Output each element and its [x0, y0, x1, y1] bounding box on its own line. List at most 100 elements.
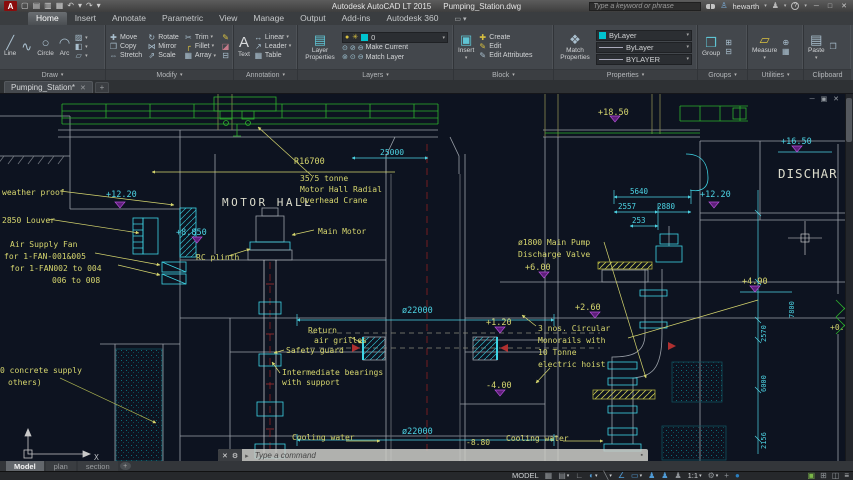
edit-block-button[interactable]: ✎Edit	[478, 43, 532, 51]
command-options-icon[interactable]: ▪	[641, 452, 643, 459]
a360-icon[interactable]: ♟	[772, 2, 779, 10]
polyline-button[interactable]: ∿Polyline	[20, 40, 33, 54]
new-drawing-tab-button[interactable]: +	[95, 82, 109, 93]
isometric-drafting-icon[interactable]: ╲▾	[604, 472, 612, 480]
vertical-scrollbar[interactable]	[845, 94, 853, 461]
tab-annotate[interactable]: Annotate	[104, 12, 154, 25]
panel-label-groups[interactable]: Groups▾	[698, 69, 747, 80]
redo-icon[interactable]: ↷	[86, 2, 93, 10]
new-layout-button[interactable]: +	[120, 462, 131, 470]
signin-caret-icon[interactable]: ▾	[764, 4, 767, 9]
mirror-button[interactable]: ⋈Mirror	[147, 43, 179, 51]
fillet-button[interactable]: ╭Fillet▾	[184, 43, 216, 51]
clean-screen-icon[interactable]: ●	[735, 472, 740, 480]
circle-button[interactable]: ○Circle	[36, 36, 55, 57]
drawing-window-controls[interactable]: ─ ▣ ✕	[810, 95, 841, 103]
measure-button[interactable]: ▱Measure▾	[751, 33, 778, 60]
layout-tab-section[interactable]: section	[78, 461, 118, 471]
group-edit-button[interactable]: ⊞	[724, 39, 733, 47]
undo-caret-icon[interactable]: ▾	[78, 2, 82, 10]
move-button[interactable]: ✚Move	[109, 34, 142, 42]
command-customize-icon[interactable]: ⚙	[232, 452, 238, 460]
trim-button[interactable]: ✂Trim▾	[184, 34, 216, 42]
layout-tab-plan[interactable]: plan	[46, 461, 76, 471]
explode-button[interactable]: ⊟	[221, 52, 230, 60]
tab-view[interactable]: View	[211, 12, 245, 25]
gradient-button[interactable]: ◧▾	[74, 43, 88, 51]
annotation-scale-icon[interactable]: ♟	[674, 472, 681, 480]
customize-plus-icon[interactable]: +	[724, 472, 729, 480]
match-layer-button[interactable]: ⊚ ⊙ ⊖ Match Layer	[342, 54, 450, 62]
annotation-scale-value[interactable]: 1:1▾	[688, 472, 702, 480]
hardware-accel-icon[interactable]: ⊞	[820, 472, 827, 480]
polar-tracking-icon[interactable]: ◐▾	[589, 472, 597, 480]
create-block-button[interactable]: ✚Create	[478, 34, 532, 42]
layout-tab-model[interactable]: Model	[6, 461, 44, 471]
boundary-button[interactable]: ▱▾	[74, 52, 88, 60]
signin-username[interactable]: hewarth	[733, 2, 760, 11]
grid-icon[interactable]: ▦	[545, 472, 553, 480]
panel-label-layers[interactable]: Layers▾	[298, 69, 453, 80]
close-button[interactable]: ✕	[839, 2, 849, 10]
panel-label-draw[interactable]: Draw▾	[0, 69, 105, 80]
array-button[interactable]: ▦Array▾	[184, 52, 216, 60]
plot-icon[interactable]: ▦	[56, 2, 64, 10]
ortho-icon[interactable]: ∟	[575, 472, 583, 480]
redo-caret-icon[interactable]: ▾	[97, 2, 101, 10]
edit-polyline-button[interactable]: ✎	[221, 34, 230, 42]
copy-clip-button[interactable]: ❐	[829, 43, 838, 51]
save-icon[interactable]: ▥	[44, 2, 52, 10]
undo-icon[interactable]: ↶	[67, 2, 74, 10]
scrollbar-thumb[interactable]	[846, 98, 852, 142]
file-tab-close-icon[interactable]: ✕	[80, 84, 86, 92]
workspace-gear-icon[interactable]: ⚙▾	[708, 472, 719, 480]
display-icon[interactable]: ◫	[832, 472, 840, 480]
table-button[interactable]: ▦Table	[254, 52, 291, 60]
panel-label-utilities[interactable]: Utilities▾	[748, 69, 803, 80]
maximize-button[interactable]: □	[826, 3, 834, 10]
erase-button[interactable]: ◪	[221, 43, 230, 51]
arc-button[interactable]: ◠Arc	[58, 36, 71, 57]
tab-autodesk360[interactable]: Autodesk 360	[378, 12, 446, 25]
leader-button[interactable]: ↗Leader▾	[254, 43, 291, 51]
panel-label-block[interactable]: Block▾	[454, 69, 553, 80]
minimize-button[interactable]: ─	[812, 3, 821, 10]
quick-calc-button[interactable]: ▦	[781, 48, 790, 56]
new-file-icon[interactable]: ▢	[21, 2, 29, 10]
signin-user-icon[interactable]: ♙	[720, 2, 727, 10]
id-point-button[interactable]: ⊕	[781, 39, 790, 47]
osnap-tracking-icon[interactable]: ∠	[618, 472, 625, 480]
a360-caret-icon[interactable]: ▾	[784, 4, 787, 9]
performance-icon[interactable]: ▣	[808, 472, 816, 480]
tab-output[interactable]: Output	[292, 12, 334, 25]
text-button[interactable]: AText	[237, 35, 251, 58]
panel-label-properties[interactable]: Properties▾	[554, 69, 697, 80]
copy-button[interactable]: ❐Copy	[109, 43, 142, 51]
tab-home[interactable]: Home	[28, 12, 67, 25]
panel-label-modify[interactable]: Modify▾	[106, 69, 233, 80]
insert-button[interactable]: ▣Insert▾	[457, 33, 475, 60]
annotation-visibility-icon[interactable]: ♟	[648, 472, 655, 480]
rotate-button[interactable]: ↻Rotate	[147, 34, 179, 42]
command-line-bar[interactable]: ✕ ⚙ ▸ Type a command ▪	[218, 449, 648, 461]
layer-properties-button[interactable]: ▤Layer Properties	[301, 33, 339, 61]
layer-dropdown[interactable]: ● ✳ 0 ▾	[342, 32, 448, 43]
search-icon[interactable]	[706, 4, 715, 9]
ribbon-minimize-icon[interactable]: ▭ ▾	[454, 15, 466, 25]
open-file-icon[interactable]: ▤	[33, 2, 41, 10]
help-icon[interactable]: ?	[791, 2, 799, 10]
edit-attributes-button[interactable]: ✎Edit Attributes	[478, 52, 532, 60]
command-input[interactable]: Type a command	[249, 451, 316, 460]
make-current-button[interactable]: ⊙ ⊘ ⊖ Make Current	[342, 44, 450, 52]
command-close-icon[interactable]: ✕	[222, 452, 228, 460]
snap-mode-icon[interactable]: ▤▾	[558, 472, 569, 480]
customization-menu-icon[interactable]: ≡	[844, 472, 849, 480]
stretch-button[interactable]: ⇔Stretch	[109, 52, 142, 60]
search-input[interactable]: Type a keyword or phrase	[589, 2, 701, 11]
scale-button[interactable]: ⇗Scale	[147, 52, 179, 60]
tab-manage[interactable]: Manage	[245, 12, 292, 25]
line-button[interactable]: ╱Line	[3, 36, 17, 57]
paste-button[interactable]: ▤Paste▾	[807, 33, 826, 60]
help-caret-icon[interactable]: ▾	[804, 4, 807, 9]
cad-drawing[interactable]: weather proof2850 LouverAir Supply Fanfo…	[0, 94, 853, 461]
